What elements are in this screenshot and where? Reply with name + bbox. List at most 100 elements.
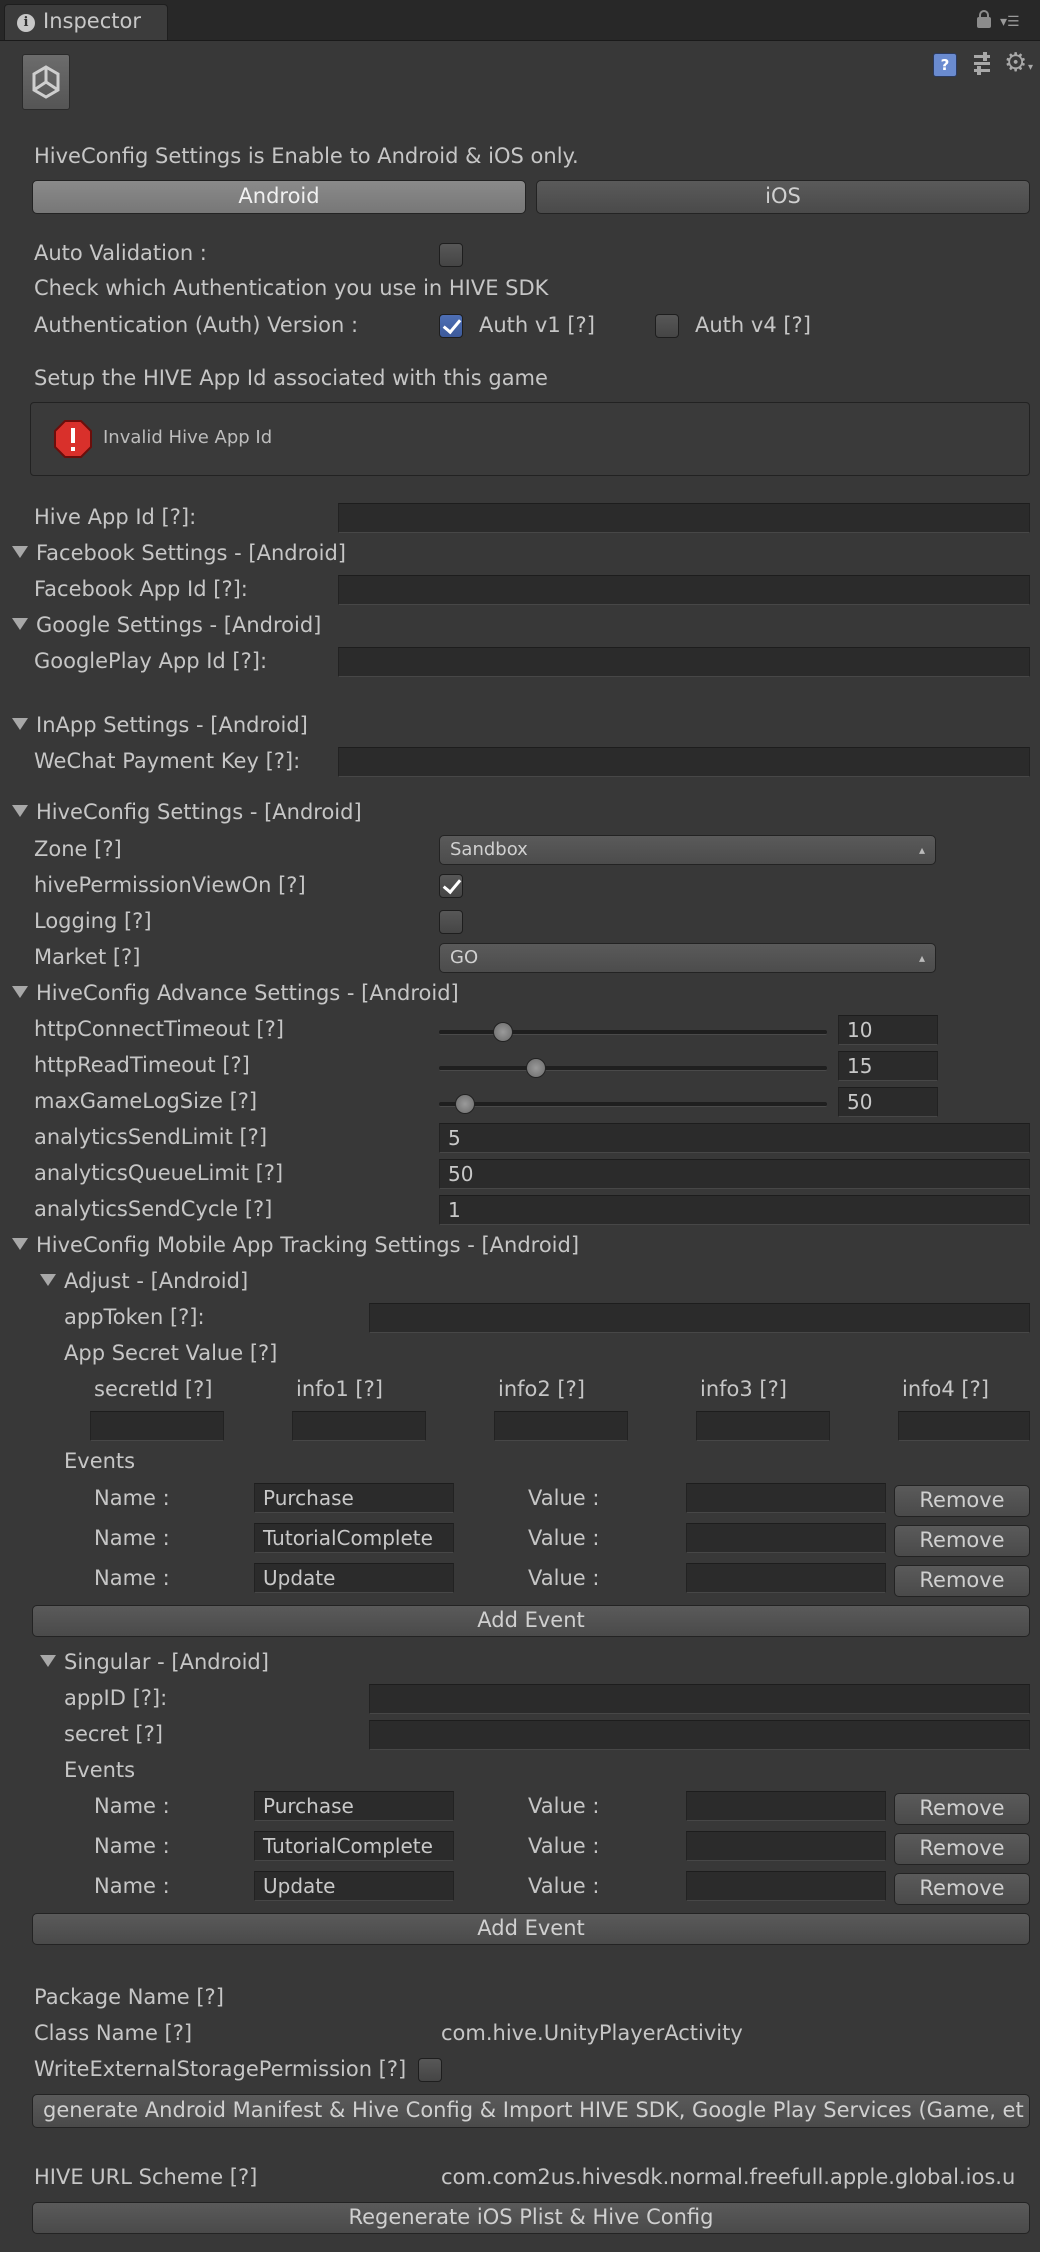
write-permission-checkbox[interactable] — [418, 2058, 442, 2082]
singular-event-name-label: Name : — [94, 1874, 170, 1898]
generate-android-manifest-button[interactable]: generate Android Manifest & Hive Config … — [32, 2094, 1030, 2128]
adjust-app-token-label: appToken [?]: — [64, 1305, 205, 1329]
tracking-section-header[interactable]: HiveConfig Mobile App Tracking Settings … — [12, 1231, 579, 1259]
max-game-log-size-slider[interactable] — [439, 1102, 827, 1107]
adjust-event-value-field[interactable] — [686, 1523, 886, 1553]
adjust-event-value-field[interactable] — [686, 1483, 886, 1513]
preset-icon[interactable] — [971, 52, 993, 76]
info4-field[interactable] — [898, 1411, 1030, 1441]
adjust-event-value-field[interactable] — [686, 1563, 886, 1593]
inapp-section-header[interactable]: InApp Settings - [Android] — [12, 711, 308, 739]
connect-timeout-thumb[interactable] — [493, 1022, 513, 1042]
singular-event-value-field[interactable] — [686, 1791, 886, 1821]
hiveconfig-section-header[interactable]: HiveConfig Settings - [Android] — [12, 798, 362, 826]
collapse-arrow-icon — [12, 718, 28, 730]
singular-app-id-field[interactable] — [369, 1684, 1030, 1714]
dropdown-arrow-icon: ▴ — [918, 843, 925, 857]
adjust-event-name-label: Name : — [94, 1526, 170, 1550]
class-name-label: Class Name [?] — [34, 2021, 193, 2045]
adjust-event-name-label: Name : — [94, 1486, 170, 1510]
adjust-app-token-field[interactable] — [369, 1303, 1030, 1333]
adjust-event-name-field[interactable]: Purchase — [254, 1483, 454, 1513]
package-name-label: Package Name [?] — [34, 1985, 224, 2009]
market-label: Market [?] — [34, 945, 141, 969]
secret-id-field[interactable] — [90, 1411, 224, 1441]
singular-add-event-button[interactable]: Add Event — [32, 1913, 1030, 1945]
secret-col-secretid: secretId [?] — [94, 1377, 213, 1401]
adjust-add-event-button[interactable]: Add Event — [32, 1605, 1030, 1637]
analytics-send-cycle-label: analyticsSendCycle [?] — [34, 1197, 273, 1221]
advance-section-header[interactable]: HiveConfig Advance Settings - [Android] — [12, 979, 459, 1007]
google-section-header[interactable]: Google Settings - [Android] — [12, 611, 321, 639]
write-permission-label: WriteExternalStoragePermission [?] — [34, 2057, 407, 2081]
secret-col-info1: info1 [?] — [296, 1377, 383, 1401]
adjust-event-value-label: Value : — [528, 1566, 600, 1590]
regenerate-ios-plist-button[interactable]: Regenerate iOS Plist & Hive Config — [32, 2202, 1030, 2234]
facebook-section-header[interactable]: Facebook Settings - [Android] — [12, 539, 346, 567]
googleplay-app-id-label: GooglePlay App Id [?]: — [34, 649, 268, 673]
facebook-app-id-field[interactable] — [338, 575, 1030, 605]
adjust-remove-button[interactable]: Remove — [894, 1485, 1030, 1517]
adjust-event-name-field[interactable]: Update — [254, 1563, 454, 1593]
zone-dropdown[interactable]: Sandbox ▴ — [439, 835, 936, 865]
gear-icon[interactable]: ⚙ — [1004, 48, 1027, 78]
inspector-tab[interactable]: i Inspector — [4, 4, 168, 40]
logging-label: Logging [?] — [34, 909, 152, 933]
googleplay-app-id-field[interactable] — [338, 647, 1030, 677]
info1-field[interactable] — [292, 1411, 426, 1441]
singular-secret-field[interactable] — [369, 1720, 1030, 1750]
analytics-queue-limit-field[interactable]: 50 — [439, 1159, 1030, 1189]
setup-text: Setup the HIVE App Id associated with th… — [34, 366, 548, 390]
analytics-send-limit-label: analyticsSendLimit [?] — [34, 1125, 268, 1149]
logging-checkbox[interactable] — [439, 910, 463, 934]
adjust-section-header[interactable]: Adjust - [Android] — [40, 1267, 248, 1295]
singular-remove-button[interactable]: Remove — [894, 1793, 1030, 1825]
secret-col-info3: info3 [?] — [700, 1377, 787, 1401]
adjust-remove-button[interactable]: Remove — [894, 1525, 1030, 1557]
hive-app-id-field[interactable] — [338, 503, 1030, 533]
collapse-arrow-icon — [12, 618, 28, 630]
singular-event-name-field[interactable]: Update — [254, 1871, 454, 1901]
singular-event-value-label: Value : — [528, 1834, 600, 1858]
auto-validation-checkbox[interactable] — [439, 243, 463, 267]
secret-col-info2: info2 [?] — [498, 1377, 585, 1401]
singular-remove-button[interactable]: Remove — [894, 1873, 1030, 1905]
gear-dropdown-icon[interactable]: ▾ — [1028, 62, 1033, 73]
singular-section-header[interactable]: Singular - [Android] — [40, 1648, 269, 1676]
permission-view-checkbox[interactable] — [439, 874, 463, 898]
singular-events-label: Events — [64, 1758, 136, 1782]
adjust-remove-button[interactable]: Remove — [894, 1565, 1030, 1597]
permission-view-label: hivePermissionViewOn [?] — [34, 873, 306, 897]
singular-event-value-label: Value : — [528, 1874, 600, 1898]
error-icon — [53, 419, 93, 459]
collapse-arrow-icon — [12, 805, 28, 817]
connect-timeout-field[interactable]: 10 — [838, 1015, 938, 1045]
auth-v4-checkbox[interactable] — [655, 314, 679, 338]
analytics-send-limit-field[interactable]: 5 — [439, 1123, 1030, 1153]
auth-v1-checkbox[interactable] — [439, 314, 463, 338]
singular-remove-button[interactable]: Remove — [894, 1833, 1030, 1865]
read-timeout-thumb[interactable] — [526, 1058, 546, 1078]
market-dropdown[interactable]: GO ▴ — [439, 943, 936, 973]
wechat-payment-key-field[interactable] — [338, 747, 1030, 777]
read-timeout-slider[interactable] — [439, 1066, 827, 1071]
singular-event-value-field[interactable] — [686, 1871, 886, 1901]
singular-event-name-field[interactable]: Purchase — [254, 1791, 454, 1821]
singular-event-value-field[interactable] — [686, 1831, 886, 1861]
tab-ios[interactable]: iOS — [536, 180, 1030, 214]
max-game-log-size-thumb[interactable] — [455, 1094, 475, 1114]
tab-android[interactable]: Android — [32, 180, 526, 214]
help-icon[interactable]: ? — [933, 53, 957, 77]
info2-field[interactable] — [494, 1411, 628, 1441]
adjust-event-name-field[interactable]: TutorialComplete — [254, 1523, 454, 1553]
class-name-value: com.hive.UnityPlayerActivity — [441, 2021, 743, 2045]
tab-menu-icon[interactable]: ▾☰ — [1000, 14, 1032, 30]
singular-event-name-label: Name : — [94, 1834, 170, 1858]
hive-app-id-label: Hive App Id [?]: — [34, 505, 197, 529]
max-game-log-size-field[interactable]: 50 — [838, 1087, 938, 1117]
singular-event-name-field[interactable]: TutorialComplete — [254, 1831, 454, 1861]
analytics-send-cycle-field[interactable]: 1 — [439, 1195, 1030, 1225]
auto-validation-label: Auto Validation : — [34, 241, 207, 265]
info3-field[interactable] — [696, 1411, 830, 1441]
read-timeout-field[interactable]: 15 — [838, 1051, 938, 1081]
